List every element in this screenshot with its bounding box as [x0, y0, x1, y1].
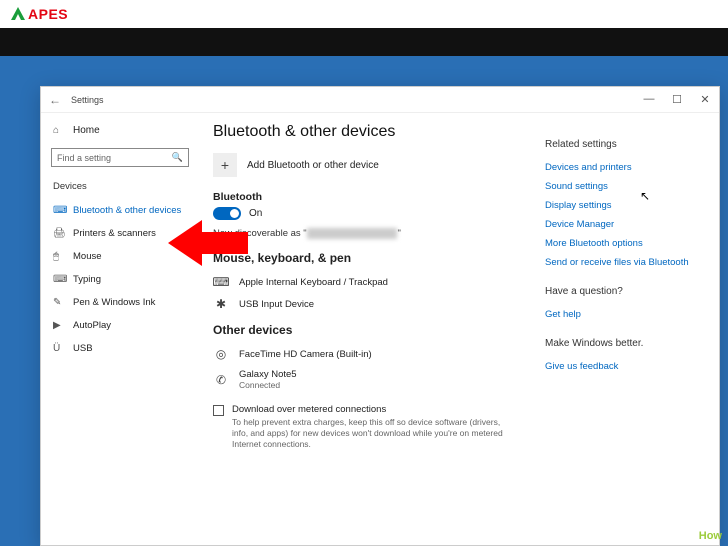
back-button[interactable]: ← — [49, 93, 61, 107]
device-keyboard[interactable]: ⌨ Apple Internal Keyboard / Trackpad — [213, 271, 529, 293]
device-camera[interactable]: ◎ FaceTime HD Camera (Built-in) — [213, 343, 529, 365]
link-more-bluetooth[interactable]: More Bluetooth options — [545, 234, 709, 253]
better-heading: Make Windows better. — [545, 338, 709, 349]
device-phone[interactable]: ✆ Galaxy Note5 Connected — [213, 365, 529, 394]
wikihow-watermark: wikiHow — [679, 530, 722, 542]
minimize-button[interactable]: — — [643, 93, 655, 106]
add-device-row[interactable]: + Add Bluetooth or other device — [213, 153, 529, 177]
autoplay-icon: ▶ — [53, 320, 65, 331]
device-label: USB Input Device — [239, 299, 314, 310]
camera-icon: ◎ — [213, 347, 229, 361]
pen-icon: ✎ — [53, 297, 65, 308]
sidebar-home[interactable]: ⌂ Home — [47, 121, 193, 140]
discoverable-text: Now discoverable as "REDACTED-DEVICE" — [213, 228, 529, 239]
metered-checkbox[interactable] — [213, 405, 224, 416]
printer-icon: 🖨 — [53, 228, 65, 239]
mkp-heading: Mouse, keyboard, & pen — [213, 251, 529, 265]
settings-window: ← Settings — ☐ ✕ ⌂ Home Find a setting 🔍… — [40, 86, 720, 546]
search-input[interactable]: Find a setting 🔍 — [51, 148, 189, 167]
sidebar-item-usb[interactable]: Ü USB — [47, 338, 193, 359]
monitor-bezel — [0, 28, 728, 56]
usb-icon: Ü — [53, 343, 65, 354]
right-panel: Related settings Devices and printers So… — [539, 113, 719, 545]
page-title: Bluetooth & other devices — [213, 123, 529, 141]
window-titlebar: ← Settings — ☐ ✕ — [41, 87, 719, 113]
window-title: Settings — [71, 95, 643, 105]
close-button[interactable]: ✕ — [699, 93, 711, 106]
sidebar-item-label: USB — [73, 343, 93, 354]
apes-logo: APES — [10, 6, 68, 22]
home-label: Home — [73, 125, 100, 136]
other-devices-heading: Other devices — [213, 323, 529, 337]
bluetooth-state: On — [249, 208, 262, 219]
home-icon: ⌂ — [53, 125, 65, 136]
tutorial-arrow — [168, 216, 248, 270]
sidebar-item-pen[interactable]: ✎ Pen & Windows Ink — [47, 292, 193, 313]
link-feedback[interactable]: Give us feedback — [545, 357, 709, 376]
maximize-button[interactable]: ☐ — [671, 93, 683, 106]
sidebar-item-label: Mouse — [73, 251, 102, 262]
metered-label: Download over metered connections — [232, 404, 512, 415]
search-placeholder: Find a setting — [57, 153, 172, 163]
metered-description: To help prevent extra charges, keep this… — [232, 417, 512, 450]
page-topbar: APES — [0, 0, 728, 28]
sidebar-category: Devices — [47, 179, 193, 198]
device-label: Galaxy Note5 — [239, 369, 297, 380]
sidebar: ⌂ Home Find a setting 🔍 Devices ⌨ Bluetoo… — [41, 113, 199, 545]
device-status: Connected — [239, 380, 297, 390]
cursor-icon: ↖ — [640, 189, 650, 203]
sidebar-item-autoplay[interactable]: ▶ AutoPlay — [47, 315, 193, 336]
related-settings-heading: Related settings — [545, 139, 709, 150]
device-usb-input[interactable]: ✱ USB Input Device — [213, 293, 529, 315]
device-label: Apple Internal Keyboard / Trackpad — [239, 277, 388, 288]
sidebar-item-label: Pen & Windows Ink — [73, 297, 155, 308]
link-sound-settings[interactable]: Sound settings — [545, 177, 709, 196]
search-icon: 🔍 — [172, 152, 183, 163]
sidebar-item-label: Bluetooth & other devices — [73, 205, 181, 216]
phone-icon: ✆ — [213, 373, 229, 387]
link-display-settings[interactable]: Display settings — [545, 196, 709, 215]
main-panel: Bluetooth & other devices + Add Bluetoot… — [199, 113, 539, 545]
link-device-manager[interactable]: Device Manager — [545, 215, 709, 234]
link-devices-printers[interactable]: Devices and printers — [545, 158, 709, 177]
bluetooth-icon: ✱ — [213, 297, 229, 311]
add-device-button[interactable]: + — [213, 153, 237, 177]
sidebar-item-label: AutoPlay — [73, 320, 111, 331]
link-get-help[interactable]: Get help — [545, 305, 709, 324]
sidebar-item-label: Printers & scanners — [73, 228, 156, 239]
keyboard-icon: ⌨ — [213, 275, 229, 289]
sidebar-item-label: Typing — [73, 274, 101, 285]
add-device-label: Add Bluetooth or other device — [247, 160, 379, 171]
link-send-receive-files[interactable]: Send or receive files via Bluetooth — [545, 253, 709, 272]
bluetooth-heading: Bluetooth — [213, 191, 529, 203]
sidebar-item-typing[interactable]: ⌨ Typing — [47, 269, 193, 290]
bluetooth-icon: ⌨ — [53, 205, 65, 216]
mouse-icon: 🖱 — [53, 251, 65, 262]
keyboard-icon: ⌨ — [53, 274, 65, 285]
question-heading: Have a question? — [545, 286, 709, 297]
device-label: FaceTime HD Camera (Built-in) — [239, 349, 372, 360]
